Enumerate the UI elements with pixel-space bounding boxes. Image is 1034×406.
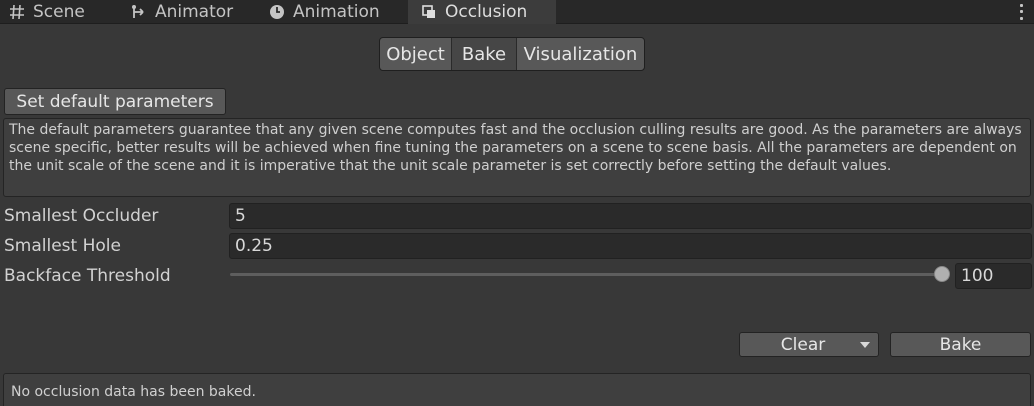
status-message: No occlusion data has been baked. [3, 373, 1031, 406]
backface-threshold-slider-track[interactable] [230, 273, 942, 276]
occlusion-icon [420, 3, 438, 21]
tab-animation[interactable]: Animation [268, 0, 380, 24]
smallest-occluder-label: Smallest Occluder [4, 206, 159, 226]
animator-icon [130, 3, 148, 21]
bake-button[interactable]: Bake [890, 332, 1031, 357]
tab-occlusion-label: Occlusion [445, 2, 528, 22]
grid-icon [8, 3, 26, 21]
set-default-parameters-button[interactable]: Set default parameters [4, 88, 226, 115]
backface-threshold-label: Backface Threshold [4, 266, 171, 286]
smallest-occluder-field[interactable]: 5 [229, 203, 1032, 229]
editor-tab-bar: Scene Animator Animation Occlusion [0, 0, 1034, 24]
clear-button[interactable]: Clear [739, 332, 879, 357]
tab-occlusion[interactable]: Occlusion [408, 0, 556, 24]
segment-bake[interactable]: Bake [452, 38, 517, 70]
tab-animator-label: Animator [155, 2, 234, 22]
help-box: The default parameters guarantee that an… [3, 118, 1031, 197]
tab-animation-label: Animation [293, 2, 380, 22]
segment-visualization[interactable]: Visualization [517, 38, 644, 70]
mode-segmented-control: Object Bake Visualization [379, 37, 645, 71]
backface-threshold-slider-thumb[interactable] [934, 266, 950, 282]
backface-threshold-field[interactable]: 100 [955, 263, 1032, 289]
clear-button-label: Clear [780, 334, 826, 355]
tab-scene-label: Scene [33, 2, 85, 22]
dropdown-arrow-icon[interactable] [860, 342, 870, 348]
smallest-hole-field[interactable]: 0.25 [229, 233, 1032, 259]
smallest-hole-label: Smallest Hole [4, 236, 121, 256]
tab-animator[interactable]: Animator [130, 0, 233, 24]
kebab-menu-icon[interactable] [1018, 2, 1024, 22]
segment-object[interactable]: Object [380, 38, 452, 70]
clock-icon [268, 3, 286, 21]
tab-scene[interactable]: Scene [8, 0, 85, 24]
